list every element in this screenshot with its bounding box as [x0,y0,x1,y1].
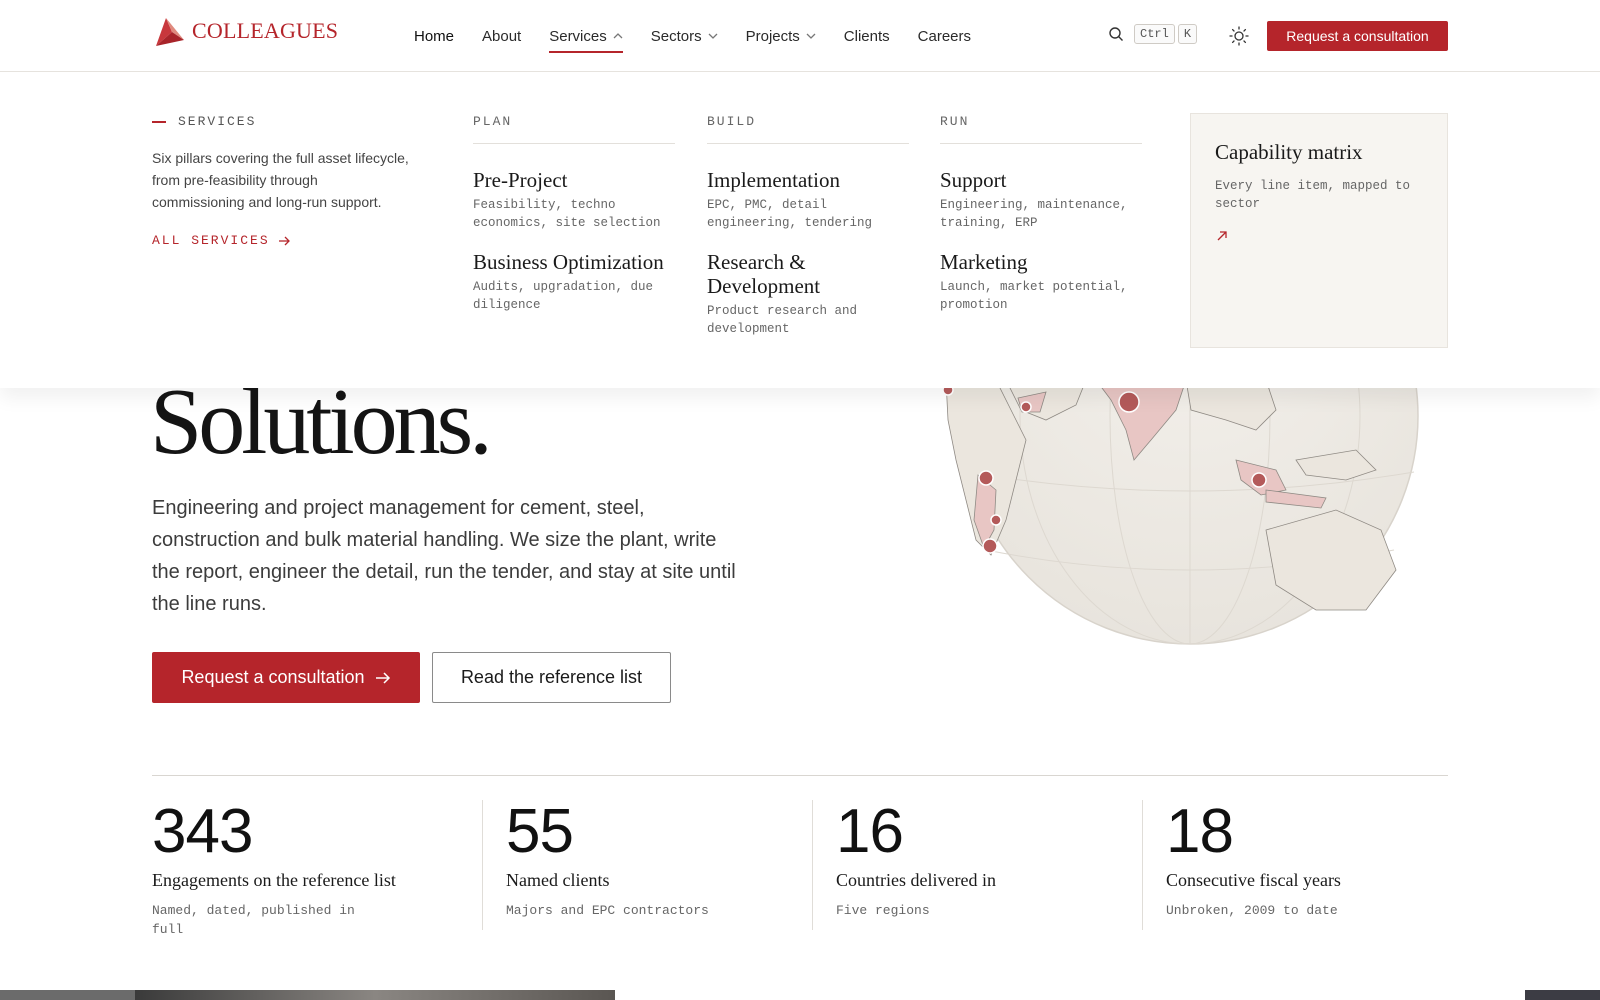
nav-label: Careers [917,27,972,45]
stats-divider [152,775,1448,776]
card-description: Every line item, mapped to sector [1215,179,1411,211]
stat-countries: 16 Countries delivered in Five regions [836,800,1066,930]
menu-column-build: BUILD Implementation EPC, PMC, detail en… [707,114,909,338]
service-desc: Engineering, maintenance, training, ERP [940,198,1128,230]
stat-value: 55 [506,797,574,866]
request-consultation-hero-button[interactable]: Request a consultation [152,652,420,703]
service-pre-project[interactable]: Pre-Project Feasibility, techno economic… [473,168,675,232]
column-heading: PLAN [473,114,675,144]
nav-label: Projects [745,27,800,45]
service-desc: EPC, PMC, detail engineering, tendering [707,198,873,230]
card-title: Capability matrix [1215,140,1363,164]
arrow-up-right-icon [1217,231,1227,241]
chevron-down-icon [708,33,718,39]
stat-divider [482,800,483,930]
service-marketing[interactable]: Marketing Launch, market potential, prom… [940,250,1142,314]
nav-label: Services [549,27,607,45]
nav-label: Sectors [650,27,702,45]
stat-clients: 55 Named clients Majors and EPC contract… [506,800,736,930]
stat-subtext: Five regions [836,903,930,918]
eyebrow-label: SERVICES [178,114,257,129]
nav-careers[interactable]: Careers [904,0,985,72]
service-desc: Launch, market potential, promotion [940,280,1128,312]
stat-subtext: Named, dated, published in full [152,903,355,937]
hero-description: Engineering and project management for c… [152,497,736,615]
globe-map [936,380,1424,660]
stat-value: 16 [836,797,904,866]
search-icon [1109,27,1123,41]
service-title: Business Optimization [473,250,664,274]
stat-divider [1142,800,1143,930]
stat-label: Named clients [506,870,610,890]
nav-projects[interactable]: Projects [732,0,830,72]
nav-services[interactable]: Services [535,0,637,72]
nav-label: Home [414,27,455,45]
service-desc: Product research and development [707,304,858,336]
link-label: ALL SERVICES [152,233,270,248]
all-services-link[interactable]: ALL SERVICES [152,233,291,248]
arrow-right-icon [375,671,390,684]
stat-value: 343 [152,797,253,866]
stat-engagements: 343 Engagements on the reference list Na… [152,797,396,938]
search-trigger[interactable]: Ctrl K [1108,24,1198,44]
stat-label: Consecutive fiscal years [1166,870,1341,890]
service-support[interactable]: Support Engineering, maintenance, traini… [940,168,1142,232]
sun-icon[interactable] [1228,25,1250,47]
brand-name: COLLEAGUES [192,18,339,43]
chevron-down-icon [806,33,816,39]
kbd-k: K [1177,24,1198,44]
nav-clients[interactable]: Clients [830,0,904,72]
service-title: Implementation [707,168,840,192]
service-research-development[interactable]: Research & Development Product research … [707,250,909,338]
button-label: Request a consultation [181,667,365,687]
nav-label: About [482,27,522,45]
capability-matrix-card[interactable]: Capability matrix Every line item, mappe… [1190,113,1448,348]
site-header: COLLEAGUES Home About Services Sectors P… [0,0,1600,72]
eyebrow-dash [152,120,166,123]
mega-eyebrow: SERVICES [152,114,412,129]
stat-value: 18 [1166,797,1234,866]
service-desc: Audits, upgradation, due diligence [473,280,654,312]
stat-label: Countries delivered in [836,870,996,890]
column-heading: BUILD [707,114,909,144]
main-nav: Home About Services Sectors Projects Cli… [414,0,985,72]
brand-logo[interactable]: COLLEAGUES [152,14,338,48]
menu-column-plan: PLAN Pre-Project Feasibility, techno eco… [473,114,675,314]
column-heading: RUN [940,114,1142,144]
nav-home[interactable]: Home [414,0,468,72]
menu-column-run: RUN Support Engineering, maintenance, tr… [940,114,1142,314]
service-desc: Feasibility, techno economics, site sele… [473,198,661,230]
nav-label: Clients [843,27,890,45]
active-nav-underline [549,51,623,53]
stat-subtext: Unbroken, 2009 to date [1166,903,1338,918]
stat-fiscal-years: 18 Consecutive fiscal years Unbroken, 20… [1166,800,1396,930]
service-implementation[interactable]: Implementation EPC, PMC, detail engineer… [707,168,909,232]
stat-label: Engagements on the reference list [152,870,396,890]
mega-intro: SERVICES Six pillars covering the full a… [152,114,412,249]
kbd-ctrl: Ctrl [1134,24,1175,44]
mega-description: Six pillars covering the full asset life… [152,150,409,210]
nav-sectors[interactable]: Sectors [637,0,732,72]
nav-about[interactable]: About [468,0,535,72]
read-reference-list-button[interactable]: Read the reference list [432,652,671,703]
service-title: Pre-Project [473,168,568,192]
image-strip [0,990,1600,1000]
logo-mark-icon [156,18,184,46]
stat-subtext: Majors and EPC contractors [506,903,709,918]
arrow-right-icon [278,236,290,245]
stat-divider [812,800,813,930]
service-title: Research & Development [707,250,821,298]
service-title: Support [940,168,1007,192]
request-consultation-button[interactable]: Request a consultation [1267,21,1448,51]
service-business-optimization[interactable]: Business Optimization Audits, upgradatio… [473,250,675,314]
chevron-up-icon [613,33,623,39]
service-title: Marketing [940,250,1028,274]
